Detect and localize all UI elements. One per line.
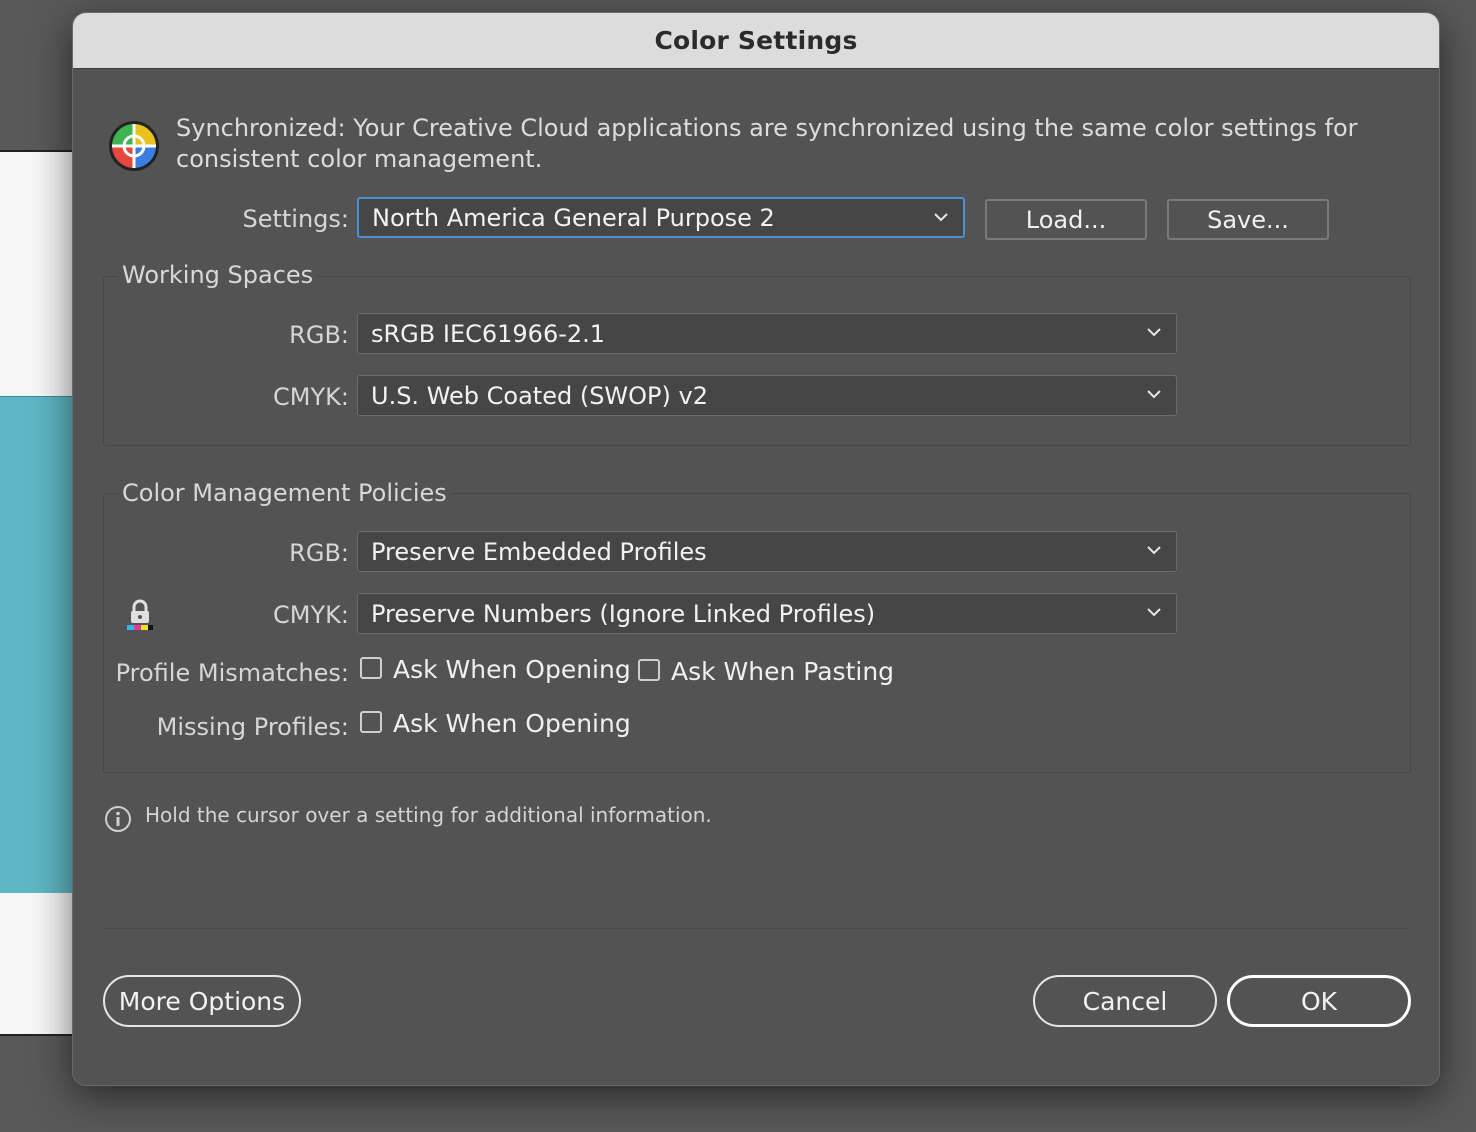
save-button[interactable]: Save... bbox=[1167, 199, 1329, 240]
working-rgb-dropdown[interactable]: sRGB IEC61966-2.1 bbox=[357, 313, 1177, 354]
canvas-artwork-white-bottom bbox=[0, 893, 72, 1036]
canvas-artwork-teal bbox=[0, 396, 72, 893]
color-settings-dialog: Color Settings Synchronized: Your Creati… bbox=[72, 12, 1440, 1086]
ok-button[interactable]: OK bbox=[1227, 975, 1411, 1027]
load-button[interactable]: Load... bbox=[985, 199, 1147, 240]
policy-rgb-label: RGB: bbox=[289, 539, 349, 567]
settings-value: North America General Purpose 2 bbox=[372, 203, 775, 232]
profile-mismatches-label: Profile Mismatches: bbox=[115, 659, 349, 687]
chevron-down-icon bbox=[1147, 328, 1161, 337]
missing-profiles-label: Missing Profiles: bbox=[156, 713, 349, 741]
info-icon bbox=[105, 806, 131, 832]
policy-cmyk-label: CMYK: bbox=[273, 601, 349, 629]
canvas-artwork-white-top bbox=[0, 150, 72, 396]
chevron-down-icon bbox=[934, 213, 948, 222]
footer-divider bbox=[103, 928, 1409, 929]
info-text: Hold the cursor over a setting for addit… bbox=[145, 803, 712, 827]
chevron-down-icon bbox=[1147, 608, 1161, 617]
more-options-button[interactable]: More Options bbox=[103, 975, 301, 1027]
working-rgb-value: sRGB IEC61966-2.1 bbox=[371, 319, 606, 348]
working-cmyk-dropdown[interactable]: U.S. Web Coated (SWOP) v2 bbox=[357, 375, 1177, 416]
lock-icon bbox=[127, 599, 153, 630]
mismatch-ask-opening-label[interactable]: Ask When Opening bbox=[393, 655, 631, 684]
cancel-button[interactable]: Cancel bbox=[1033, 975, 1217, 1027]
working-spaces-title: Working Spaces bbox=[118, 261, 318, 289]
missing-ask-opening-checkbox[interactable] bbox=[360, 711, 382, 733]
policy-rgb-dropdown[interactable]: Preserve Embedded Profiles bbox=[357, 531, 1177, 572]
mismatch-ask-opening-checkbox[interactable] bbox=[360, 657, 382, 679]
settings-dropdown[interactable]: North America General Purpose 2 bbox=[357, 197, 965, 238]
missing-ask-opening-label[interactable]: Ask When Opening bbox=[393, 709, 631, 738]
sync-message: Synchronized: Your Creative Cloud applic… bbox=[176, 114, 1358, 173]
dialog-title: Color Settings bbox=[654, 26, 858, 55]
working-spaces-group bbox=[103, 276, 1411, 446]
mismatch-ask-pasting-checkbox[interactable] bbox=[638, 659, 660, 681]
dialog-titlebar[interactable]: Color Settings bbox=[73, 13, 1439, 69]
chevron-down-icon bbox=[1147, 546, 1161, 555]
settings-label: Settings: bbox=[242, 205, 349, 233]
policy-rgb-value: Preserve Embedded Profiles bbox=[371, 537, 707, 566]
policies-title: Color Management Policies bbox=[118, 479, 451, 507]
working-cmyk-label: CMYK: bbox=[273, 383, 349, 411]
chevron-down-icon bbox=[1147, 390, 1161, 399]
working-cmyk-value: U.S. Web Coated (SWOP) v2 bbox=[371, 381, 708, 410]
mismatch-ask-pasting-label[interactable]: Ask When Pasting bbox=[671, 657, 894, 686]
policy-cmyk-value: Preserve Numbers (Ignore Linked Profiles… bbox=[371, 599, 876, 628]
working-rgb-label: RGB: bbox=[289, 321, 349, 349]
policy-cmyk-dropdown[interactable]: Preserve Numbers (Ignore Linked Profiles… bbox=[357, 593, 1177, 634]
color-wheel-icon bbox=[109, 121, 159, 171]
